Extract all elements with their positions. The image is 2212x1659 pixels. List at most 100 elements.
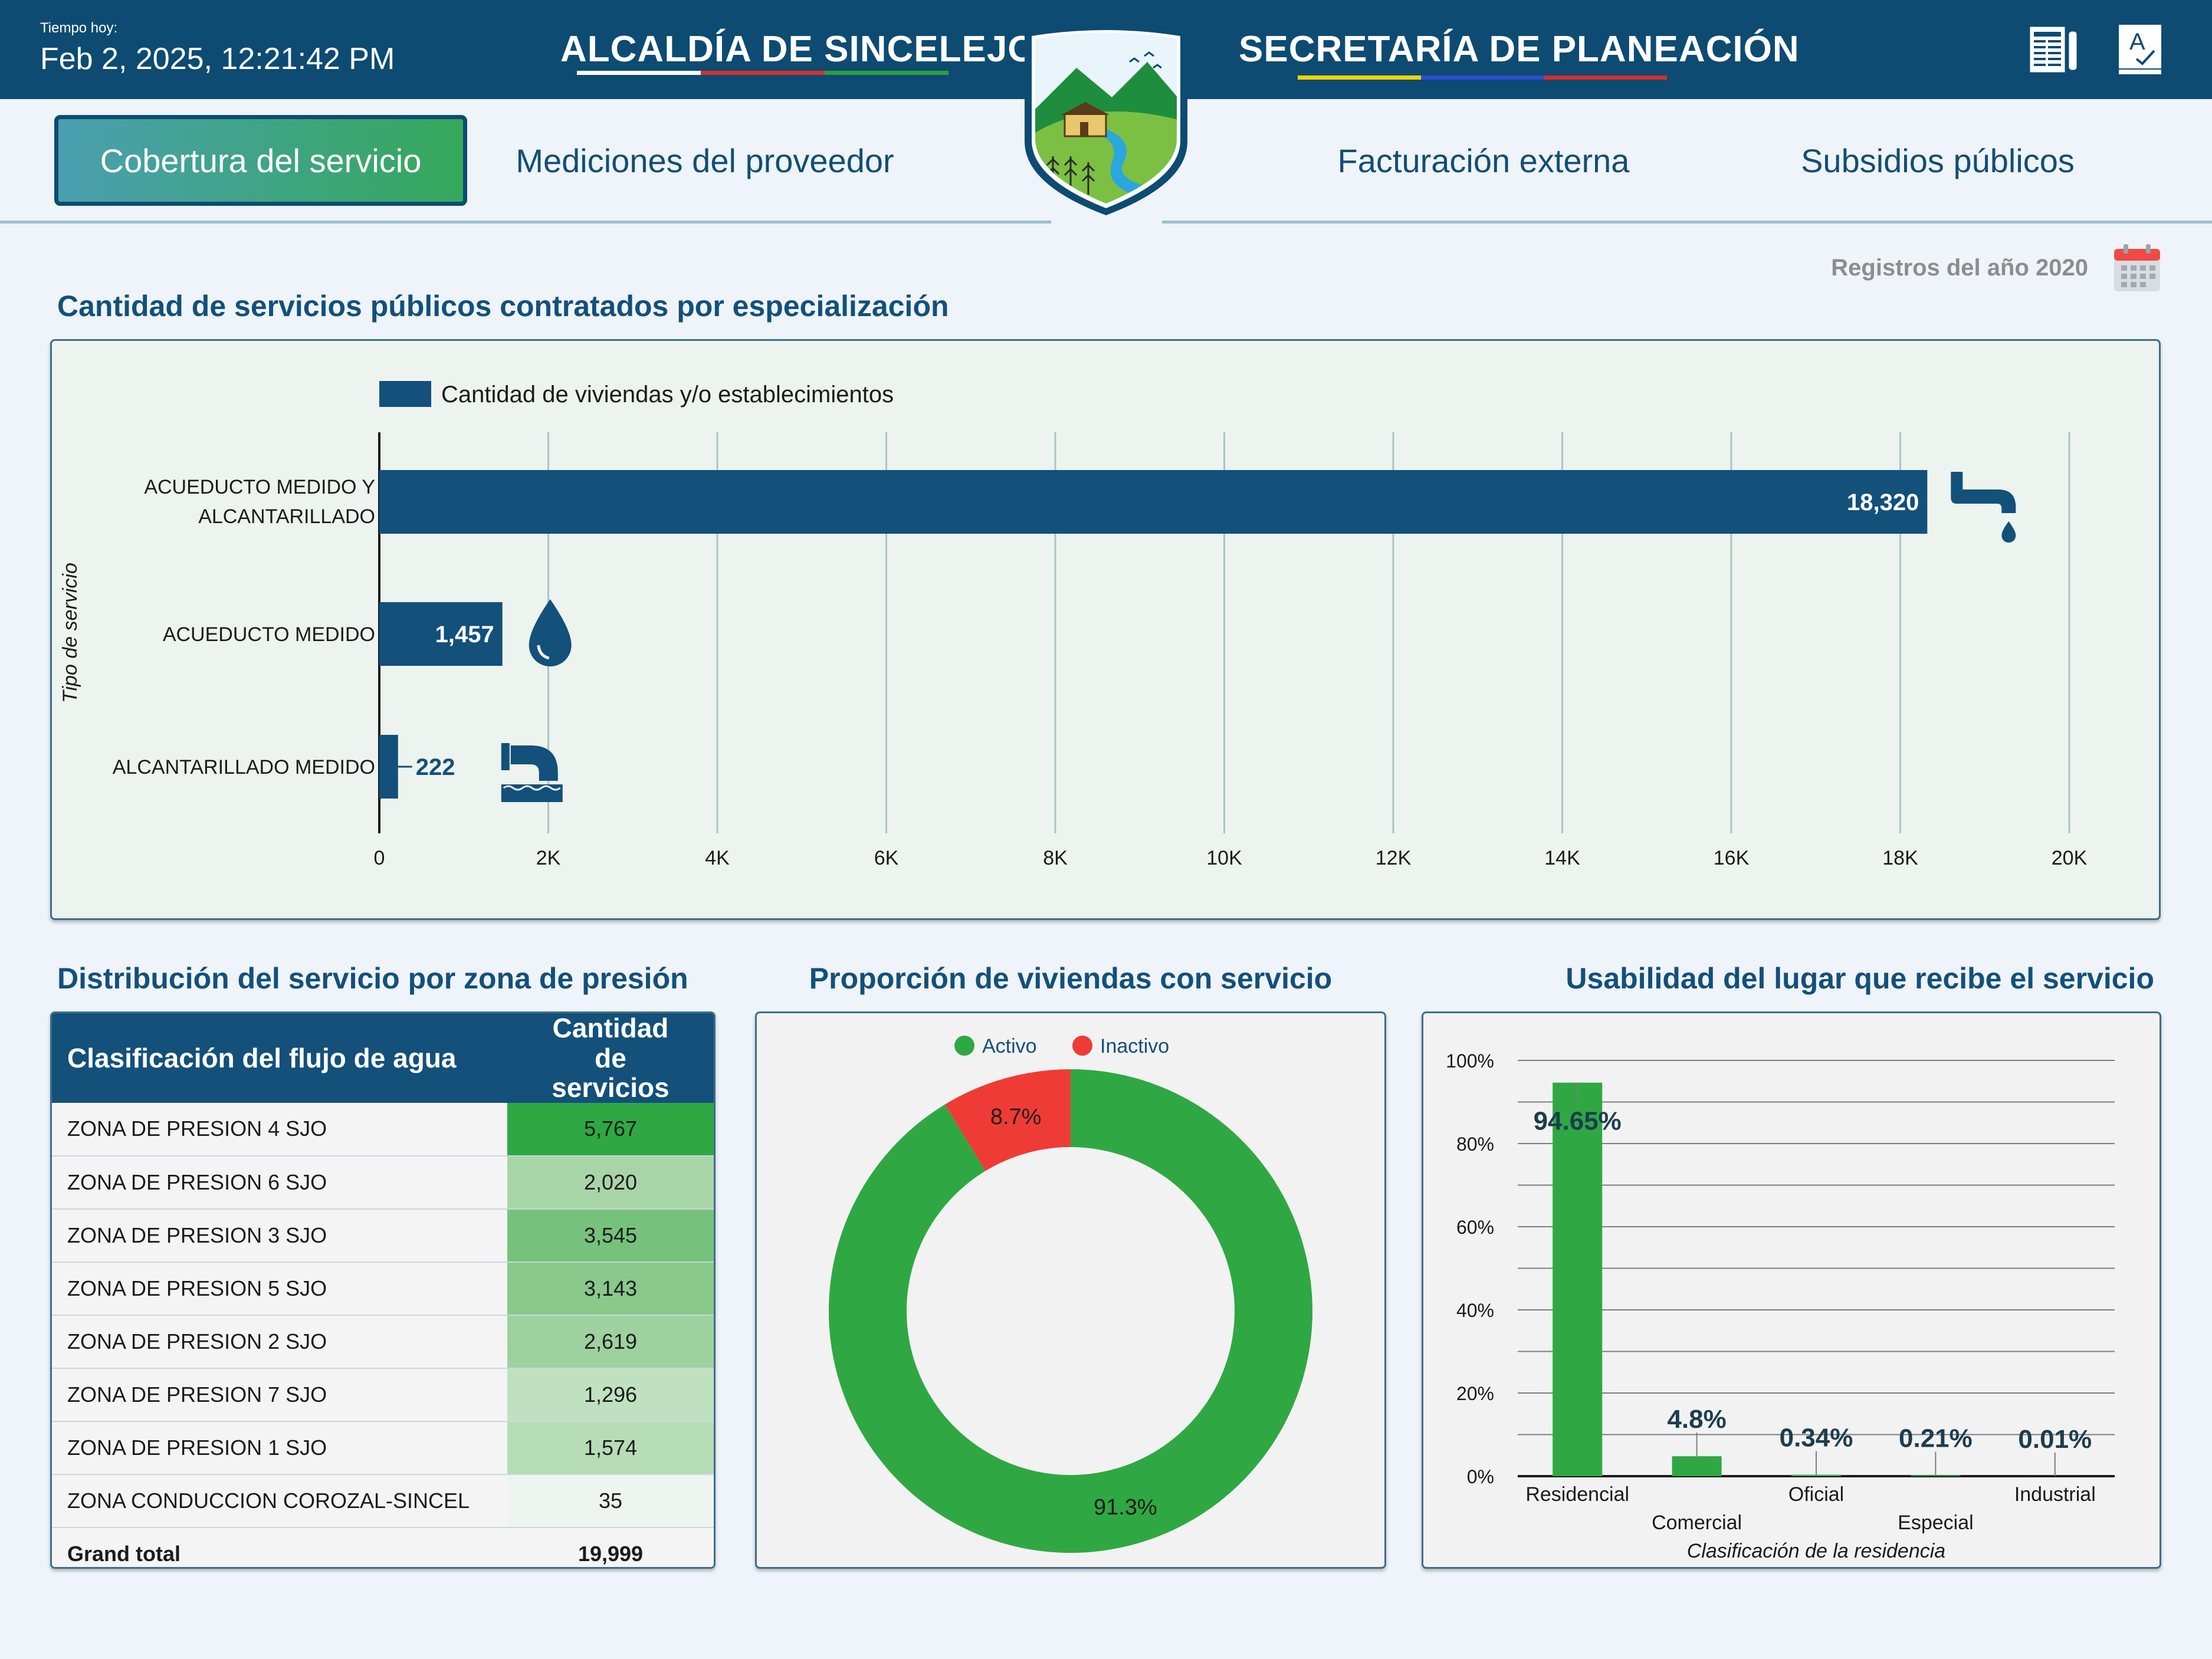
column-header-count[interactable]: Cantidad de servicios <box>507 1013 714 1103</box>
usage-chart-panel: 0% 20% 40% 60% 80% 100% 94.65% Residencial 4.8% C… <box>1422 1011 2161 1569</box>
service-count-cell: 5,767 <box>507 1102 714 1157</box>
table-row[interactable]: ZONA DE PRESION 7 SJO 1,296 <box>52 1368 714 1422</box>
tab-public-subsidies[interactable]: Subsidios públicos <box>1746 115 2129 206</box>
faucet-body <box>1951 472 2016 513</box>
current-datetime: Feb 2, 2025, 12:21:42 PM <box>40 42 395 76</box>
residence-usage-bar-chart: 0% 20% 40% 60% 80% 100% 94.65% Residencial 4.8% C… <box>1446 1050 2115 1562</box>
zone-name-cell: ZONA DE PRESION 2 SJO <box>52 1315 507 1369</box>
x-axis-title: Clasificación de la residencia <box>1687 1540 1945 1562</box>
category-label-line: ALCANTARILLADO <box>198 505 375 528</box>
y-tick-label: 60% <box>1456 1217 1494 1238</box>
bar-chart-title: Cantidad de servicios públicos contratad… <box>57 290 949 323</box>
usage-chart-title: Usabilidad del lugar que recibe el servi… <box>1566 962 2154 995</box>
report-icon[interactable] <box>2027 22 2081 77</box>
year-filter-label: Registros del año 2020 <box>1831 255 2088 281</box>
legend-dot-activo <box>954 1036 974 1056</box>
x-category-label: Industrial <box>2014 1483 2096 1506</box>
x-category-label: Comercial <box>1652 1512 1742 1534</box>
legend-label: Cantidad de viviendas y/o establecimient… <box>441 382 894 408</box>
time-label: Tiempo hoy: <box>40 20 118 36</box>
pressure-zone-table: Clasificación del flujo de agua Cantidad… <box>52 1013 714 1567</box>
x-tick-label: 12K <box>1376 847 1412 869</box>
table-row[interactable]: ZONA DE PRESION 1 SJO 1,574 <box>52 1421 714 1475</box>
nav-divider-right <box>1162 221 2212 224</box>
service-count-cell: 35 <box>507 1474 714 1528</box>
underline-green <box>825 71 949 75</box>
drop-shape <box>529 599 572 666</box>
y-axis-title: Tipo de servicio <box>59 563 81 703</box>
table-row[interactable]: ZONA DE PRESION 5 SJO 3,143 <box>52 1262 714 1316</box>
service-count-cell: 1,574 <box>507 1421 714 1475</box>
bar-chart-panel: Cantidad de viviendas y/o establecimient… <box>50 339 2161 920</box>
department-title: SECRETARÍA DE PLANEACIÓN <box>1239 29 1800 70</box>
service-count-cell: 2,020 <box>507 1155 714 1210</box>
usage-bar-residencial[interactable] <box>1553 1082 1603 1476</box>
bar-0[interactable] <box>379 470 1928 534</box>
tab-service-coverage[interactable]: Cobertura del servicio <box>54 115 467 206</box>
usage-bar-comercial[interactable] <box>1672 1456 1722 1476</box>
table-row[interactable]: ZONA DE PRESION 4 SJO 5,767 <box>52 1102 714 1157</box>
bar-2[interactable] <box>379 735 398 799</box>
calendar-icon[interactable] <box>2113 243 2161 293</box>
zone-name-cell: ZONA DE PRESION 7 SJO <box>52 1368 507 1422</box>
dictionary-icon[interactable]: A <box>2116 22 2171 77</box>
category-label: ACUEDUCTO MEDIDO <box>163 623 375 646</box>
y-tick-label: 100% <box>1446 1050 1494 1072</box>
x-tick-label: 6K <box>874 847 899 869</box>
x-tick-label: 10K <box>1206 847 1242 869</box>
value-label: 18,320 <box>1847 490 1919 515</box>
category-label-line: ACUEDUCTO MEDIDO <box>163 623 375 646</box>
zone-name-cell: ZONA DE PRESION 4 SJO <box>52 1102 507 1157</box>
zone-name-cell: ZONA DE PRESION 5 SJO <box>52 1262 507 1316</box>
donut-slice-label: 91.3% <box>1094 1495 1157 1520</box>
x-tick-label: 20K <box>2052 847 2088 869</box>
usage-value-label: 4.8% <box>1667 1405 1726 1434</box>
underline-white <box>577 71 701 75</box>
sewer-pipe-icon <box>501 743 563 802</box>
usage-value-label: 94.65% <box>1534 1107 1622 1136</box>
y-tick-label: 0% <box>1467 1466 1494 1487</box>
faucet-drop <box>2001 521 2016 543</box>
x-category-label: Residencial <box>1525 1483 1629 1506</box>
x-tick-label: 4K <box>705 847 730 869</box>
tab-provider-measurements[interactable]: Mediciones del proveedor <box>501 115 908 206</box>
y-tick-label: 20% <box>1456 1383 1494 1404</box>
y-tick-label: 80% <box>1456 1134 1494 1155</box>
value-label: 1,457 <box>435 622 494 648</box>
usage-value-label: 0.34% <box>1780 1424 1853 1453</box>
legend-label-activo: Activo <box>982 1035 1037 1057</box>
underline-blue <box>1420 75 1544 80</box>
usage-bar-oficial[interactable] <box>1791 1474 1841 1476</box>
category-label-line: ALCANTARILLADO MEDIDO <box>113 756 375 778</box>
x-category-label: Oficial <box>1788 1483 1844 1506</box>
value-label: 222 <box>416 754 455 780</box>
table-body: ZONA DE PRESION 4 SJO 5,767 ZONA DE PRESIO… <box>52 1102 714 1567</box>
table-row[interactable]: ZONA DE PRESION 2 SJO 2,619 <box>52 1315 714 1369</box>
x-tick-label: 14K <box>1544 847 1580 869</box>
usage-value-label: 0.21% <box>1899 1424 1973 1453</box>
zone-name-cell: ZONA DE PRESION 6 SJO <box>52 1155 507 1210</box>
water-drop-icon <box>529 599 572 666</box>
usage-value-label: 0.01% <box>2018 1425 2092 1454</box>
grand-total-label: Grand total <box>52 1527 507 1567</box>
table-row[interactable]: ZONA DE PRESION 3 SJO 3,545 <box>52 1208 714 1263</box>
x-tick-label: 2K <box>536 847 561 869</box>
grand-total-row: Grand total 19,999 <box>52 1527 714 1567</box>
municipality-title-underline <box>577 71 949 75</box>
table-header-row: Clasificación del flujo de agua Cantidad… <box>52 1013 714 1103</box>
tab-external-billing[interactable]: Facturación externa <box>1274 115 1693 206</box>
underline-red <box>701 71 825 75</box>
x-tick-label: 0 <box>374 847 385 869</box>
department-title-underline <box>1298 75 1668 80</box>
table-row[interactable]: ZONA DE PRESION 6 SJO 2,020 <box>52 1155 714 1210</box>
x-category-label: Especial <box>1898 1512 1974 1534</box>
service-status-donut-chart: Activo Inactivo 91.3% 8.7% <box>829 1035 1312 1553</box>
column-header-count-label: Cantidad de servicios <box>552 1013 669 1103</box>
donut-slice-label: 8.7% <box>990 1105 1042 1129</box>
nav-divider-left <box>0 221 1051 224</box>
x-tick-label: 8K <box>1043 847 1068 869</box>
municipality-title: ALCALDÍA DE SINCELEJO <box>560 29 1037 70</box>
service-count-cell: 1,296 <box>507 1368 714 1422</box>
table-row[interactable]: ZONA CONDUCCION COROZAL-SINCEL 35 <box>52 1474 714 1528</box>
column-header-classification[interactable]: Clasificación del flujo de agua <box>52 1013 507 1103</box>
